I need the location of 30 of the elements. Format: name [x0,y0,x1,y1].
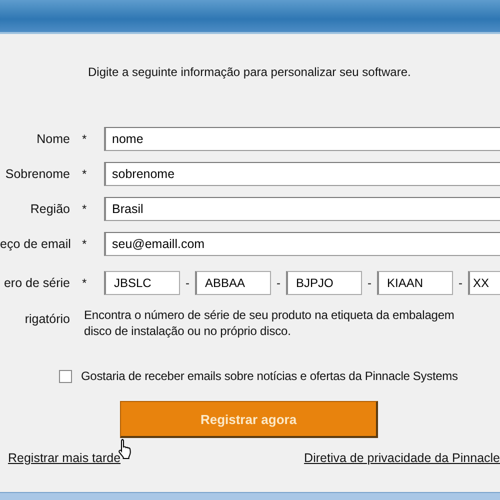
field-label: Sobrenome [4,167,70,181]
input-field[interactable]: sobrenome [104,162,500,186]
required-asterisk: * [81,202,88,216]
separator-text: - [366,276,372,290]
required-asterisk: * [81,167,88,181]
field-label: eço de email [0,237,70,251]
separator-text: - [458,276,464,290]
intro-text: Digite a seguinte informação para personalizar seu software. [88,65,412,79]
privacy-link[interactable]: Diretiva de privacidade da Pinnacle [304,451,500,465]
checkbox[interactable] [59,370,72,382]
serial-field[interactable]: BJPJO [286,271,362,295]
register-later-link[interactable]: Registrar mais tarde [8,451,121,465]
field-label: ero de série [2,276,70,290]
hint-text: Encontra o número de série de seu produto na etiqueta da embalagem disco de instalação ou no próprio disco. [84,307,456,339]
serial-field[interactable]: JBSLC [104,271,180,295]
required-asterisk: * [81,237,88,251]
input-field[interactable]: nome [104,127,500,151]
required-note: rigatório [24,311,70,326]
serial-field[interactable]: ABBAA [195,271,271,295]
required-asterisk: * [81,276,88,290]
input-field[interactable]: seu@emaill.com [104,232,500,256]
input-field[interactable]: Brasil [104,197,500,221]
serial-field[interactable]: KIAAN [377,271,453,295]
field-label: Região [29,202,70,216]
field-label: Nome [36,132,70,146]
serial-field[interactable]: XX [468,271,500,295]
checkbox-label[interactable]: Gostaria de receber emails sobre notícias e ofertas da Pinnacle Systems [81,369,458,383]
separator-text: - [276,276,282,290]
required-asterisk: * [81,132,88,146]
separator-text: - [184,276,190,290]
